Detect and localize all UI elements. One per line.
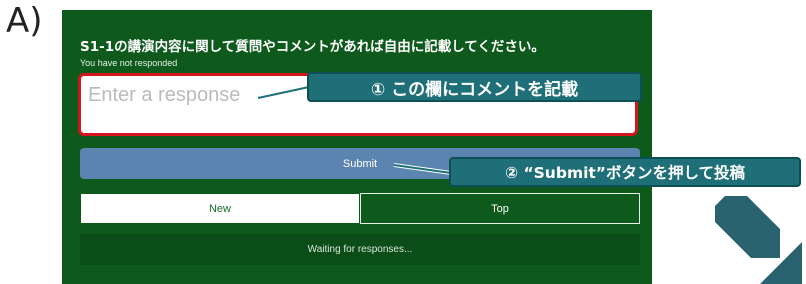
down-right-arrow-icon <box>715 196 802 284</box>
callout-2-leader <box>393 164 452 174</box>
callout-submit-instruction: ② “Submit”ボタンを押して投稿 <box>449 157 801 187</box>
callout-comment-instruction: ① この欄にコメントを記載 <box>307 72 642 102</box>
callout-1-leader <box>257 86 310 99</box>
annotation-overlay <box>257 85 802 284</box>
